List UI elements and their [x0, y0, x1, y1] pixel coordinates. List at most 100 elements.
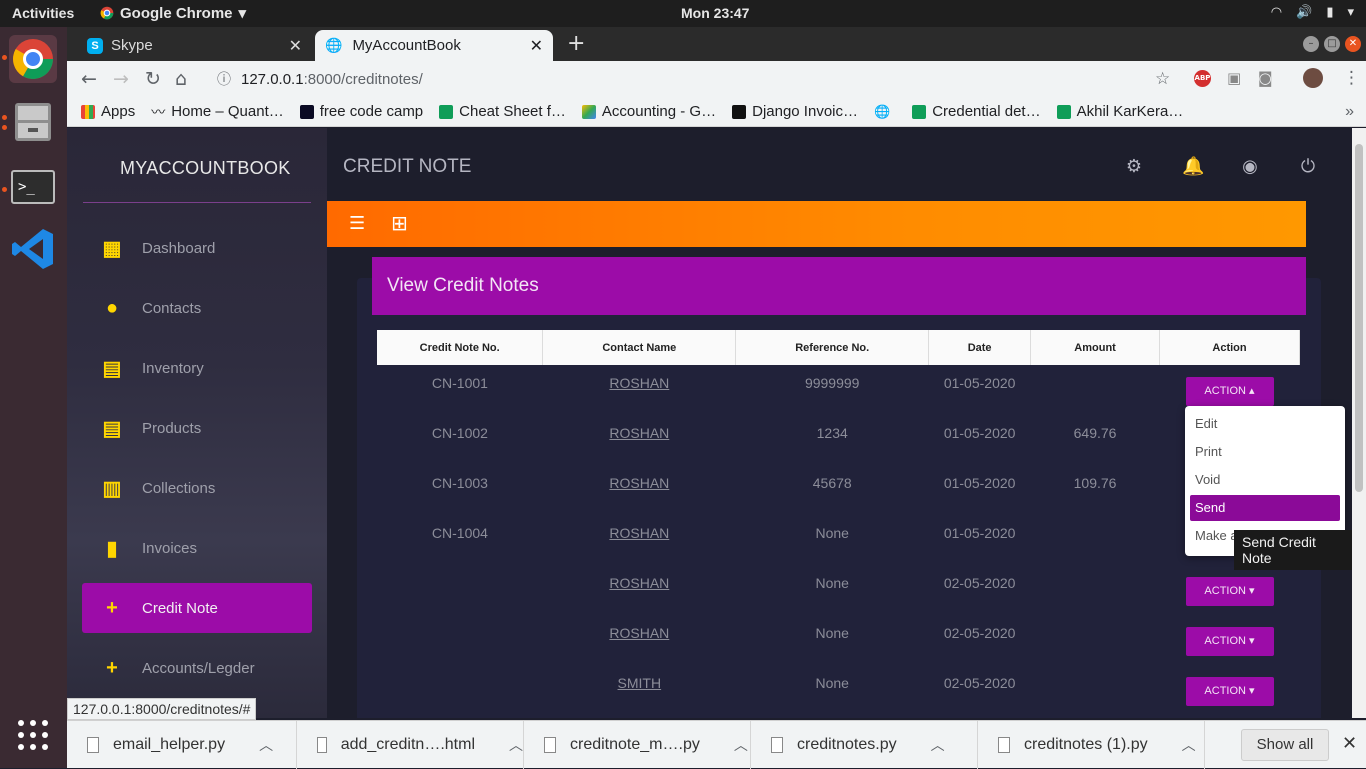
- forward-icon[interactable]: →: [113, 68, 129, 90]
- bookmark-home-quant[interactable]: 〰 Home – Quant…: [151, 102, 284, 122]
- new-tab-button[interactable]: +: [567, 31, 585, 56]
- contact-link[interactable]: ROSHAN: [609, 375, 669, 391]
- chevron-up-icon[interactable]: ︿: [931, 735, 945, 755]
- date: 01-05-2020: [943, 425, 1016, 441]
- sidebar-item-contacts[interactable]: ● Contacts: [82, 283, 312, 333]
- reload-icon[interactable]: ↻: [145, 68, 161, 90]
- contact-name-cell: SMITH: [543, 665, 736, 715]
- credit-note-no: CN-1001: [431, 375, 488, 391]
- account-icon[interactable]: ◉: [1240, 156, 1260, 177]
- power-icon[interactable]: ⏻: [1298, 156, 1318, 177]
- column-header[interactable]: Action: [1159, 330, 1300, 365]
- maximize-button[interactable]: □: [1324, 36, 1340, 52]
- close-icon[interactable]: ✕: [289, 36, 302, 56]
- contact-link[interactable]: SMITH: [618, 675, 662, 691]
- freecodecamp-icon: [299, 104, 314, 119]
- chevron-up-icon[interactable]: ︿: [734, 735, 748, 755]
- sidebar-item-accounts-ledger[interactable]: + Accounts/Legder: [82, 643, 312, 693]
- menu-item-print[interactable]: Print: [1190, 439, 1340, 465]
- download-item[interactable]: email_helper.py ︿: [67, 721, 297, 769]
- show-all-button[interactable]: Show all: [1241, 729, 1329, 761]
- sidebar-item-collections[interactable]: ▥ Collections: [82, 463, 312, 513]
- chevron-up-icon[interactable]: ︿: [509, 735, 523, 755]
- app-menu[interactable]: Google Chrome ▾: [100, 4, 246, 22]
- avatar[interactable]: [1303, 68, 1323, 88]
- add-screen-icon[interactable]: ⊞: [391, 211, 408, 235]
- cast-icon[interactable]: ▣: [1227, 69, 1241, 87]
- contact-link[interactable]: ROSHAN: [609, 475, 669, 491]
- dock-files[interactable]: [9, 97, 57, 145]
- dock-vscode[interactable]: [9, 225, 57, 273]
- camera-icon[interactable]: ◙: [1258, 69, 1273, 87]
- date: 01-05-2020: [943, 475, 1016, 491]
- gear-icon[interactable]: ⚙: [1124, 156, 1144, 177]
- sidebar-item-credit-note[interactable]: + Credit Note: [82, 583, 312, 633]
- address-bar[interactable]: ⓘ 127.0.0.1:8000/creditnotes/: [207, 65, 1307, 93]
- sidebar-item-inventory[interactable]: ▤ Inventory: [82, 343, 312, 393]
- downloads-bar: email_helper.py ︿ add_creditn….html ︿ cr…: [67, 720, 1366, 769]
- contact-link[interactable]: ROSHAN: [609, 425, 669, 441]
- star-icon[interactable]: ☆: [1155, 69, 1170, 89]
- dock-chrome[interactable]: [9, 35, 57, 83]
- contact-link[interactable]: ROSHAN: [609, 525, 669, 541]
- column-header[interactable]: Amount: [1030, 330, 1161, 365]
- home-icon[interactable]: ⌂: [175, 68, 187, 90]
- download-item[interactable]: creditnotes (1).py ︿: [978, 721, 1205, 769]
- column-header[interactable]: Date: [928, 330, 1032, 365]
- system-tray[interactable]: ◠ 🔊 ▮ ▾: [1271, 5, 1354, 20]
- tab-myaccountbook[interactable]: 🌐 MyAccountBook ✕: [315, 30, 553, 61]
- bookmark-freecodecamp[interactable]: free code camp: [299, 103, 423, 120]
- sidebar-item-dashboard[interactable]: ▦ Dashboard: [82, 223, 312, 273]
- download-item[interactable]: creditnotes.py ︿: [751, 721, 978, 769]
- menu-item-edit[interactable]: Edit: [1190, 411, 1340, 437]
- clock[interactable]: Mon 23:47: [681, 5, 749, 21]
- more-bookmarks-icon[interactable]: »: [1345, 103, 1354, 121]
- column-header[interactable]: Contact Name: [542, 330, 737, 365]
- adblock-icon[interactable]: ABP: [1194, 70, 1211, 87]
- back-icon[interactable]: ←: [81, 68, 97, 90]
- download-item[interactable]: add_creditn….html ︿: [297, 721, 524, 769]
- bookmark-cheat-sheet[interactable]: Cheat Sheet f…: [439, 103, 566, 120]
- bookmark-credential[interactable]: Credential det…: [912, 103, 1041, 120]
- action-button[interactable]: ACTION ▴: [1185, 377, 1274, 406]
- brand-logo[interactable]: MYACCOUNTBOOK: [120, 158, 291, 179]
- sidebar-item-invoices[interactable]: ▮ Invoices: [82, 523, 312, 573]
- close-icon[interactable]: ✕: [1342, 733, 1357, 754]
- scrollbar-thumb[interactable]: [1355, 144, 1363, 492]
- page-scrollbar[interactable]: [1352, 128, 1366, 718]
- close-window-button[interactable]: ✕: [1345, 36, 1361, 52]
- sidebar-item-products[interactable]: ▤ Products: [82, 403, 312, 453]
- chevron-up-icon[interactable]: ︿: [1182, 735, 1196, 755]
- menu-item-void[interactable]: Void: [1190, 467, 1340, 493]
- amount: [1031, 565, 1160, 615]
- close-icon[interactable]: ✕: [530, 36, 543, 56]
- list-icon[interactable]: ☰: [349, 213, 365, 234]
- battery-icon: ▮: [1326, 5, 1334, 20]
- column-header[interactable]: Credit Note No.: [377, 330, 544, 365]
- download-item[interactable]: creditnote_m….py ︿: [524, 721, 751, 769]
- pulse-icon: 〰: [151, 103, 166, 120]
- column-header[interactable]: Reference No.: [735, 330, 930, 365]
- bookmark-django-invoice[interactable]: Django Invoic…: [732, 103, 858, 120]
- show-applications[interactable]: [9, 711, 57, 759]
- menu-item-send[interactable]: Send: [1190, 495, 1340, 521]
- tab-skype[interactable]: S Skype ✕: [77, 30, 312, 61]
- chevron-up-icon[interactable]: ︿: [259, 735, 273, 755]
- bookmark-apps[interactable]: Apps: [81, 103, 135, 120]
- bookmark-akhil[interactable]: Akhil KarKera…: [1056, 103, 1183, 120]
- menu-icon[interactable]: ⋮: [1343, 68, 1360, 88]
- action-button[interactable]: ACTION ▾: [1185, 627, 1274, 656]
- contact-link[interactable]: ROSHAN: [609, 575, 669, 591]
- minimize-button[interactable]: –: [1303, 36, 1319, 52]
- chrome-icon: [100, 6, 114, 20]
- action-button[interactable]: ACTION ▾: [1185, 677, 1274, 706]
- bookmark-accounting[interactable]: Accounting - G…: [581, 103, 716, 120]
- dock-terminal[interactable]: >_: [9, 163, 57, 211]
- activities-button[interactable]: Activities: [12, 5, 74, 21]
- bookmark-globe[interactable]: 🌐: [874, 104, 896, 120]
- bell-icon[interactable]: 🔔: [1182, 156, 1204, 177]
- sidebar-item-label: Inventory: [142, 359, 204, 377]
- contact-link[interactable]: ROSHAN: [609, 625, 669, 641]
- running-indicator: [2, 115, 7, 120]
- action-button[interactable]: ACTION ▾: [1185, 577, 1274, 606]
